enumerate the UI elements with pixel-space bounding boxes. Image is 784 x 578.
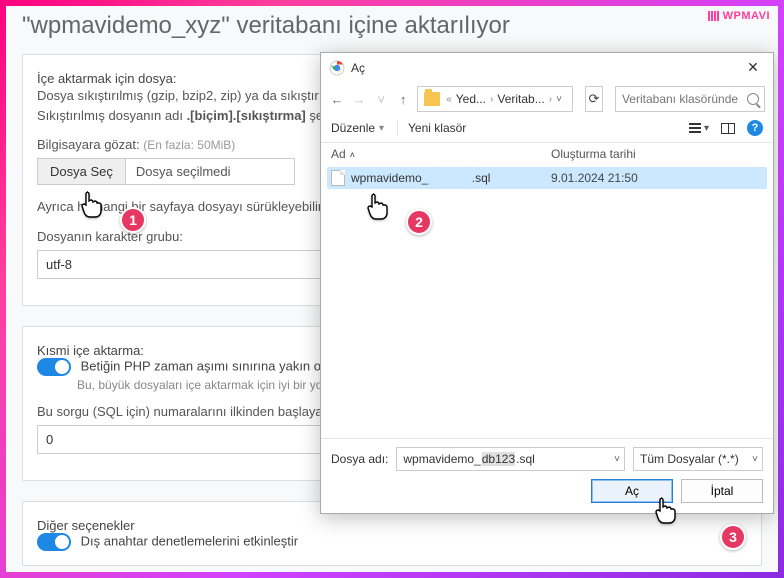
fk-toggle-label: Dış anahtar denetlemelerini etkinleştir: [81, 533, 299, 548]
filename-label: Dosya adı:: [331, 452, 388, 466]
column-header-date[interactable]: Oluşturma tarihi: [551, 147, 763, 161]
choose-file-button[interactable]: Dosya Seç: [37, 158, 125, 185]
folder-icon: [424, 92, 440, 106]
preview-pane-button[interactable]: [721, 123, 735, 134]
file-chosen-status: Dosya seçilmedi: [125, 158, 295, 185]
nav-forward-button[interactable]: →: [351, 87, 367, 111]
annotation-badge: 1: [120, 207, 146, 233]
panel-legend: Diğer seçenekler: [37, 518, 747, 533]
search-input[interactable]: [615, 86, 765, 112]
help-icon[interactable]: ?: [747, 120, 763, 136]
new-folder-button[interactable]: Yeni klasör: [408, 121, 466, 135]
file-row[interactable]: wpmavidemo_db123.sql 9.01.2024 21:50: [327, 167, 767, 189]
file-open-dialog: Aç ✕ ← → ˅ ↑ « Yed... › Veritab... › ˅ ⟳: [320, 52, 774, 514]
chevron-down-icon: ▾: [379, 123, 387, 134]
view-mode-button[interactable]: ▾: [689, 123, 709, 134]
file-type-filter[interactable]: Tüm Dosyalar (*.*) ˅: [633, 447, 763, 471]
refresh-button[interactable]: ⟳: [585, 86, 603, 112]
watermark: WPMAVI: [708, 10, 770, 22]
search-icon: [747, 93, 759, 105]
chevron-down-icon[interactable]: ˅: [556, 94, 566, 105]
nav-back-button[interactable]: ←: [329, 87, 345, 111]
organize-menu[interactable]: Düzenle: [331, 121, 375, 135]
open-button[interactable]: Aç: [591, 479, 673, 503]
filename-input[interactable]: wpmavidemo_db123.sql ˅: [396, 447, 625, 471]
nav-recent-button[interactable]: ˅: [373, 87, 389, 111]
file-icon: [331, 170, 345, 186]
annotation-badge: 3: [720, 524, 746, 550]
timeout-toggle[interactable]: [37, 358, 71, 376]
page-title: "wpmavidemo_xyz" veritabanı içine aktarı…: [22, 12, 778, 40]
fk-toggle[interactable]: [37, 533, 71, 551]
crumb[interactable]: Veritab...: [497, 92, 544, 106]
close-icon[interactable]: ✕: [741, 59, 765, 76]
chevron-down-icon[interactable]: ˅: [614, 454, 620, 465]
crumb[interactable]: Yed...: [456, 92, 486, 106]
cancel-button[interactable]: İptal: [681, 479, 763, 503]
chrome-icon: [329, 60, 345, 76]
chevron-down-icon[interactable]: ˅: [752, 454, 758, 465]
file-list: wpmavidemo_db123.sql 9.01.2024 21:50: [321, 165, 773, 438]
sort-asc-icon: ˄: [350, 150, 355, 160]
breadcrumb[interactable]: « Yed... › Veritab... › ˅: [417, 86, 573, 112]
file-date: 9.01.2024 21:50: [551, 171, 638, 185]
nav-up-button[interactable]: ↑: [395, 87, 411, 111]
annotation-badge: 2: [406, 209, 432, 235]
dialog-title: Aç: [351, 61, 741, 75]
column-header-name[interactable]: Ad˄: [331, 147, 551, 161]
